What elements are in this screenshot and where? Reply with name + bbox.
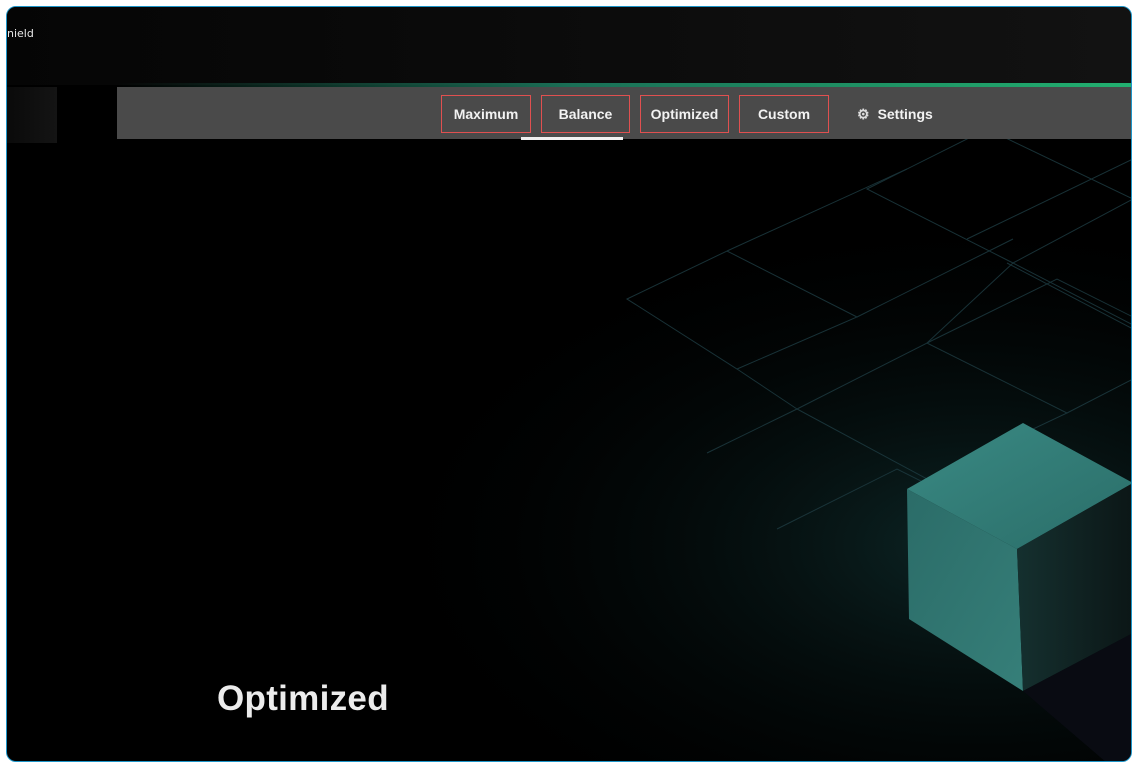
window-title: nield	[7, 27, 34, 40]
app-window: nield Maximum Balance Optimized Custom ⚙…	[6, 6, 1132, 762]
hero-title: Optimized	[217, 679, 389, 718]
title-bar: nield	[7, 7, 1131, 85]
profile-navbar: Maximum Balance Optimized Custom ⚙ Setti…	[117, 87, 1131, 139]
background-art	[7, 139, 1131, 761]
background-glow	[7, 139, 1131, 761]
left-panel-stub	[7, 87, 57, 143]
tab-balance[interactable]: Balance	[541, 95, 630, 133]
settings-label: Settings	[877, 106, 933, 122]
settings-button[interactable]: ⚙ Settings	[857, 95, 933, 133]
tab-custom[interactable]: Custom	[739, 95, 829, 133]
tab-maximum[interactable]: Maximum	[441, 95, 531, 133]
tab-optimized[interactable]: Optimized	[640, 95, 729, 133]
gear-icon: ⚙	[857, 106, 870, 122]
